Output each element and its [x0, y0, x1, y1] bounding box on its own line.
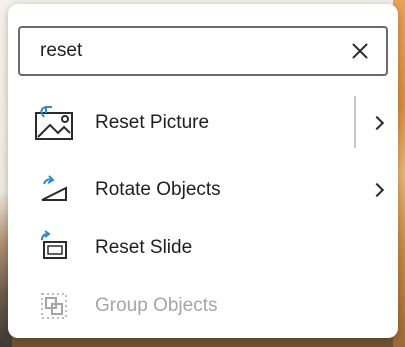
search-input[interactable] [40, 40, 350, 62]
menu-item-label: Reset Picture [95, 112, 210, 133]
group-objects-icon [32, 286, 76, 326]
menu-item-reset-slide[interactable]: Reset Slide [8, 221, 398, 275]
menu-item-rotate-objects[interactable]: Rotate Objects [8, 163, 398, 217]
menu-item-label: Rotate Objects [95, 179, 221, 200]
reset-picture-icon [32, 103, 76, 143]
reset-slide-icon [32, 228, 76, 268]
menu-item-reset-picture[interactable]: Reset Picture [8, 96, 398, 150]
search-results-panel: Reset Picture Rotate Objects Reset Slide [8, 4, 398, 338]
submenu-divider [354, 96, 356, 148]
menu-item-label: Group Objects [95, 295, 218, 316]
menu-item-group-objects[interactable]: Group Objects [8, 279, 398, 333]
menu-item-label: Reset Slide [95, 237, 193, 258]
chevron-right-icon[interactable] [369, 115, 385, 131]
rotate-objects-icon [32, 170, 76, 210]
chevron-right-icon[interactable] [369, 182, 385, 198]
clear-search-icon[interactable] [350, 41, 370, 61]
search-box [18, 26, 388, 76]
